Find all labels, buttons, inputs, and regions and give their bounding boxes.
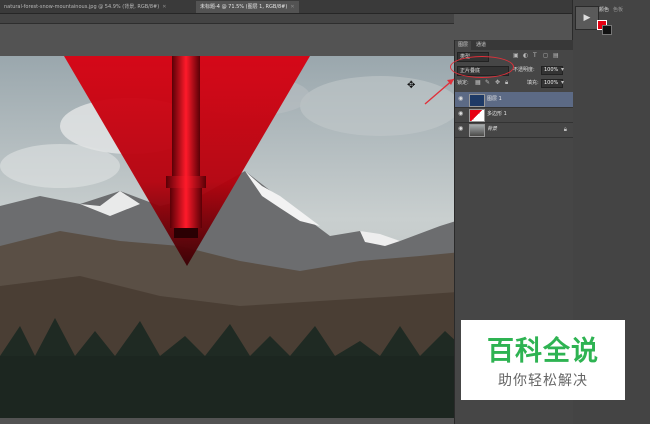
visibility-eye-icon[interactable]: ◉ — [458, 96, 464, 102]
layer-name: 背景 — [487, 126, 498, 132]
filter-smart-icon[interactable]: ▤ — [553, 53, 559, 59]
document-tab-bar: natural-forest-snow-mountainous.jpg @ 54… — [0, 0, 572, 14]
layer-row-polygon1[interactable]: ◉ 多边形 1 — [455, 107, 573, 123]
opacity-input[interactable]: 100% — [541, 66, 563, 75]
layer-thumbnail — [469, 109, 485, 122]
chevron-down-icon[interactable]: ▾ — [561, 67, 567, 73]
layer-name: 多边形 1 — [487, 111, 507, 117]
filter-adjust-icon[interactable]: ◐ — [523, 53, 529, 59]
play-icon[interactable]: ▶ — [575, 6, 599, 30]
watermark-box: 百科全说 助你轻松解决 — [461, 320, 625, 400]
tab-mountain-doc[interactable]: natural-forest-snow-mountainous.jpg @ 54… — [0, 1, 170, 13]
lock-label: 锁定: — [457, 80, 469, 86]
watermark-sub-text: 助你轻松解决 — [498, 373, 588, 389]
filter-shape-icon[interactable]: ◻ — [543, 53, 549, 59]
tab-label: 未标题-4 @ 71.5% (图层 1, RGB/8#) — [200, 4, 288, 10]
chevron-down-icon[interactable]: ▾ — [561, 80, 567, 86]
close-icon[interactable]: ✕ — [290, 4, 294, 10]
document-canvas[interactable] — [0, 56, 472, 418]
tab-label: natural-forest-snow-mountainous.jpg @ 54… — [4, 4, 160, 10]
layer-row-layer1[interactable]: ◉ 图层 1 — [455, 92, 573, 108]
filter-type-icon[interactable]: T — [533, 53, 539, 59]
opacity-label: 不透明度: — [513, 67, 535, 73]
visibility-eye-icon[interactable]: ◉ — [458, 126, 464, 132]
horizontal-ruler — [0, 14, 454, 24]
layers-panel-tabs: 图层 通道 — [455, 40, 573, 50]
layer-thumbnail — [469, 124, 485, 137]
lock-transparent-icon[interactable]: ▦ — [475, 80, 481, 86]
tab-untitled-4[interactable]: 未标题-4 @ 71.5% (图层 1, RGB/8#) ✕ — [196, 1, 299, 13]
visibility-eye-icon[interactable]: ◉ — [458, 111, 464, 117]
background-color-swatch[interactable] — [602, 25, 612, 35]
lock-move-icon[interactable]: ✥ — [495, 80, 501, 86]
watermark-main-text: 百科全说 — [487, 336, 599, 367]
layer-name: 图层 1 — [487, 96, 502, 102]
layer-row-background[interactable]: ◉ 背景 🔒︎ — [455, 122, 573, 138]
filter-pixel-icon[interactable]: ▣ — [513, 53, 519, 59]
annotation-highlight-ellipse — [450, 56, 514, 78]
lock-all-icon[interactable]: 🔒︎ — [505, 80, 511, 86]
tab-channels[interactable]: 通道 — [473, 41, 489, 50]
canvas-artwork — [0, 56, 472, 418]
layer-thumbnail — [469, 94, 485, 107]
swatches-panel-tab[interactable]: 色板 — [613, 6, 623, 13]
fill-label: 填充: — [527, 80, 539, 86]
lock-brush-icon[interactable]: ✎ — [485, 80, 491, 86]
color-panel-tab[interactable]: 颜色 — [599, 6, 609, 13]
tab-layers[interactable]: 图层 — [455, 41, 472, 50]
lock-fill-row: 锁定: ▦ ✎ ✥ 🔒︎ 填充: 100% ▾ — [455, 78, 573, 90]
lock-icon: 🔒︎ — [563, 126, 567, 133]
move-cursor-icon: ✥ — [407, 80, 416, 91]
fill-input[interactable]: 100% — [541, 79, 563, 88]
close-icon[interactable]: ✕ — [162, 4, 166, 10]
